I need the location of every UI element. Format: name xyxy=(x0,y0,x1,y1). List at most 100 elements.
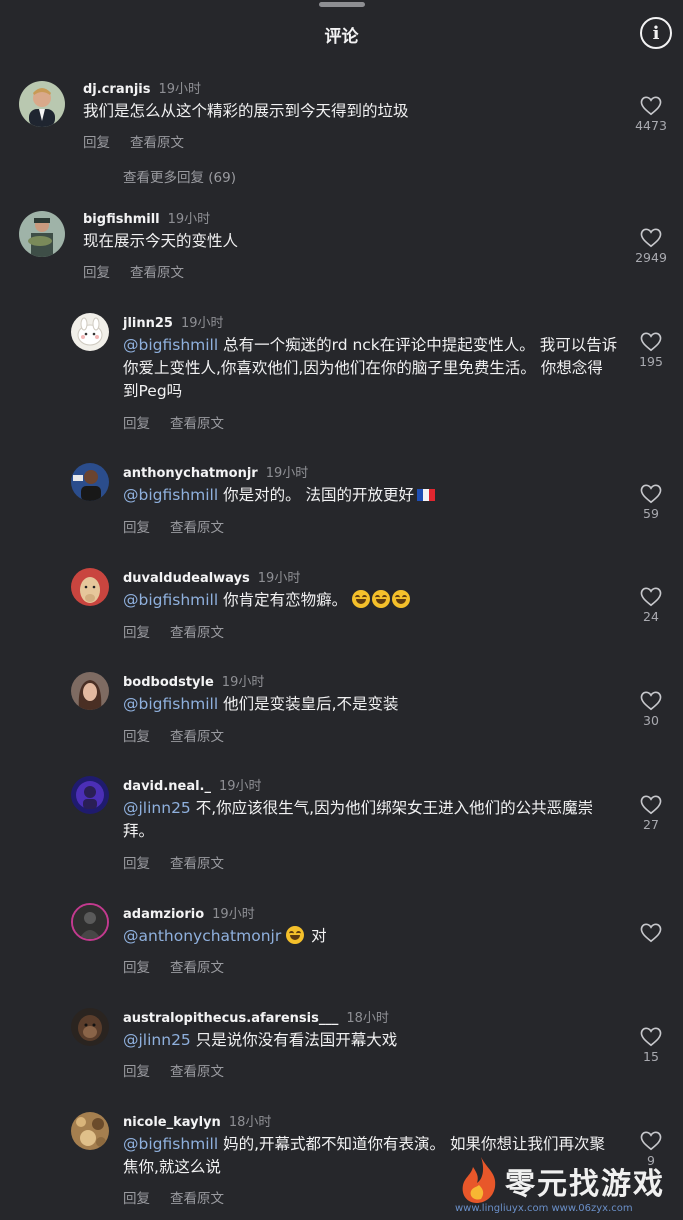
mention-link[interactable]: @bigfishmill xyxy=(123,591,218,609)
username[interactable]: dj.cranjis xyxy=(83,82,151,97)
mention-link[interactable]: @jlinn25 xyxy=(123,1031,191,1049)
translate-button[interactable]: 查看原文 xyxy=(130,265,184,281)
comment-text: @anthonychatmonjr 对 xyxy=(123,925,618,948)
like-count: 27 xyxy=(643,817,659,832)
avatar[interactable] xyxy=(71,903,109,941)
reply-button[interactable]: 回复 xyxy=(83,265,110,281)
timestamp: 19小时 xyxy=(180,316,224,331)
laughing-emoji-icon xyxy=(392,590,411,608)
timestamp: 19小时 xyxy=(167,212,211,227)
username[interactable]: adamziorio xyxy=(123,907,204,922)
comment-body: 不,你应该很生气,因为他们绑架女王进入他们的公共恶魔崇拜。 xyxy=(123,799,594,840)
avatar[interactable] xyxy=(71,776,109,814)
like-button[interactable]: 59 xyxy=(630,484,672,521)
comment-body: 对 xyxy=(306,927,327,945)
heart-icon xyxy=(640,1131,662,1151)
like-button[interactable]: 4473 xyxy=(630,96,672,133)
avatar[interactable] xyxy=(71,568,109,606)
heart-icon xyxy=(640,332,662,352)
like-button[interactable]: 24 xyxy=(630,587,672,624)
like-count: 15 xyxy=(643,1049,659,1064)
watermark: 零元找游戏 www.lingliuyx.com www.06zyx.com xyxy=(455,1155,680,1217)
username[interactable]: duvaldudealways xyxy=(123,571,250,586)
timestamp: 18小时 xyxy=(228,1115,272,1130)
mention-link[interactable]: @bigfishmill xyxy=(123,336,218,354)
like-button[interactable]: 15 xyxy=(630,1027,672,1064)
avatar[interactable] xyxy=(19,211,65,257)
comment-text: 现在展示今天的变性人 xyxy=(83,232,239,250)
avatar[interactable] xyxy=(71,463,109,501)
timestamp: 19小时 xyxy=(219,779,262,794)
translate-button[interactable]: 查看原文 xyxy=(170,625,224,641)
watermark-url: www.lingliuyx.com www.06zyx.com xyxy=(455,1203,633,1214)
avatar[interactable] xyxy=(71,1112,109,1150)
france-flag-icon xyxy=(417,485,436,501)
heart-icon xyxy=(640,484,662,504)
heart-icon xyxy=(640,587,662,607)
heart-icon xyxy=(640,96,662,116)
timestamp: 19小时 xyxy=(158,82,202,97)
username[interactable]: nicole_kaylyn xyxy=(123,1115,221,1130)
like-button[interactable] xyxy=(630,923,672,945)
username[interactable]: bigfishmill xyxy=(83,212,160,227)
timestamp: 19小时 xyxy=(221,675,265,690)
translate-button[interactable]: 查看原文 xyxy=(170,1191,224,1207)
reply-button[interactable]: 回复 xyxy=(123,1064,150,1080)
username[interactable]: bodbodstyle xyxy=(123,675,214,690)
like-button[interactable]: 2949 xyxy=(630,228,672,265)
comment-text: @bigfishmill 他们是变装皇后,不是变装 xyxy=(123,693,618,716)
comment-body: 他们是变装皇后,不是变装 xyxy=(218,695,399,713)
mention-link[interactable]: @anthonychatmonjr xyxy=(123,927,281,945)
comment-text: @jlinn25 只是说你没有看法国开幕大戏 xyxy=(123,1029,618,1052)
avatar[interactable] xyxy=(71,672,109,710)
reply-button[interactable]: 回复 xyxy=(123,729,150,745)
username[interactable]: australopithecus.afarensis___ xyxy=(123,1011,338,1026)
drag-handle[interactable] xyxy=(319,2,365,7)
reply-button[interactable]: 回复 xyxy=(123,960,150,976)
reply-button[interactable]: 回复 xyxy=(123,856,150,872)
avatar[interactable] xyxy=(71,313,109,351)
comment-body: 你是对的。 法国的开放更好 xyxy=(218,486,415,504)
reply-button[interactable]: 回复 xyxy=(83,135,110,151)
reply-button[interactable]: 回复 xyxy=(123,520,150,536)
info-icon[interactable]: i xyxy=(640,17,672,49)
comment-body: 你肯定有恋物癖。 xyxy=(218,591,353,609)
heart-icon xyxy=(640,795,662,815)
username[interactable]: anthonychatmonjr xyxy=(123,466,258,481)
view-more-replies-button[interactable]: 查看更多回复 (69) xyxy=(123,166,236,186)
mention-link[interactable]: @bigfishmill xyxy=(123,1135,218,1153)
comment-text: @bigfishmill 你是对的。 法国的开放更好 xyxy=(123,484,618,507)
username[interactable]: jlinn25 xyxy=(123,316,173,331)
translate-button[interactable]: 查看原文 xyxy=(130,135,184,151)
translate-button[interactable]: 查看原文 xyxy=(170,729,224,745)
like-count: 2949 xyxy=(635,250,667,265)
translate-button[interactable]: 查看原文 xyxy=(170,856,224,872)
reply-button[interactable]: 回复 xyxy=(123,416,150,432)
mention-link[interactable]: @bigfishmill xyxy=(123,486,218,504)
avatar[interactable] xyxy=(19,81,65,127)
like-count: 24 xyxy=(643,609,659,624)
like-button[interactable]: 30 xyxy=(630,691,672,728)
heart-icon xyxy=(640,923,662,943)
like-count: 59 xyxy=(643,506,659,521)
translate-button[interactable]: 查看原文 xyxy=(170,416,224,432)
flame-logo-icon xyxy=(462,1157,496,1203)
mention-link[interactable]: @jlinn25 xyxy=(123,799,191,817)
like-button[interactable]: 195 xyxy=(630,332,672,369)
like-count: 195 xyxy=(639,354,663,369)
comment-text: @bigfishmill 总有一个痴迷的rd nck在评论中提起变性人。 我可以… xyxy=(123,334,618,403)
timestamp: 19小时 xyxy=(212,907,255,922)
avatar[interactable] xyxy=(71,1008,109,1046)
comment-text: @jlinn25 不,你应该很生气,因为他们绑架女王进入他们的公共恶魔崇拜。 xyxy=(123,797,618,843)
reply-button[interactable]: 回复 xyxy=(123,1191,150,1207)
username[interactable]: david.neal._ xyxy=(123,779,211,794)
translate-button[interactable]: 查看原文 xyxy=(170,960,224,976)
like-button[interactable]: 27 xyxy=(630,795,672,832)
laughing-emoji-icon xyxy=(352,590,371,608)
heart-icon xyxy=(640,691,662,711)
comment-text: 我们是怎么从这个精彩的展示到今天得到的垃圾 xyxy=(83,102,409,120)
mention-link[interactable]: @bigfishmill xyxy=(123,695,218,713)
translate-button[interactable]: 查看原文 xyxy=(170,1064,224,1080)
translate-button[interactable]: 查看原文 xyxy=(170,520,224,536)
reply-button[interactable]: 回复 xyxy=(123,625,150,641)
